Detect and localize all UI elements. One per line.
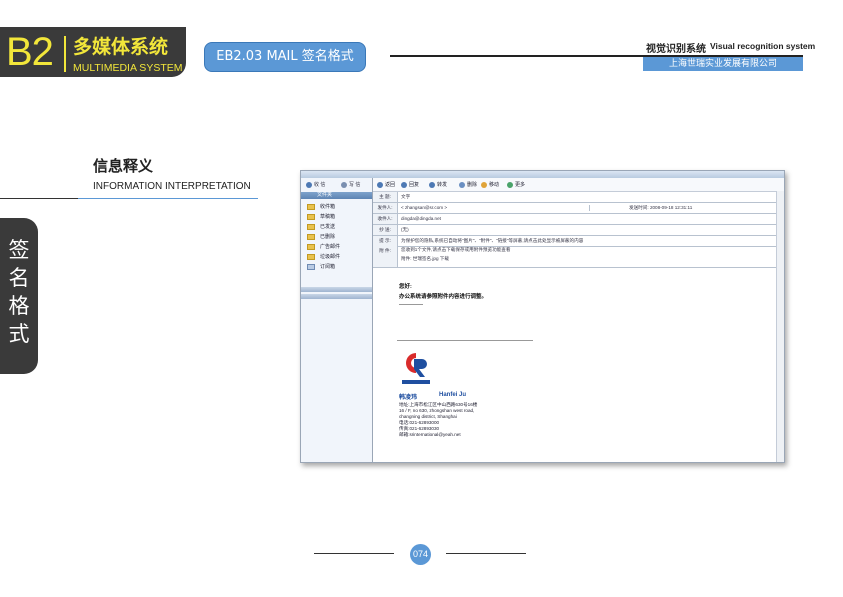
sidebar-item-deleted[interactable]: 已删除 [307, 233, 335, 242]
mail-main: 返回 回复 转发 删除 移动 更多 主 题: 文字 发件人: < zhangsa… [373, 178, 784, 462]
folder-icon [307, 243, 315, 250]
body-rule [399, 304, 423, 305]
cc-label: 抄 送: [373, 225, 398, 235]
compose-button[interactable]: 写 信 [341, 181, 360, 188]
mail-window: 收 信 写 信 文件夹 收件箱 草稿箱 已发送 已删除 广告邮件 垃圾邮件 订阅… [300, 170, 785, 463]
mail-toolbar: 返回 回复 转发 删除 移动 更多 [373, 178, 784, 192]
tip-value[interactable]: 为保护您的隐私,系统已自动将"图片"、"附件"、"链接"等屏蔽,请点击此处显示被… [401, 236, 583, 246]
brand-title-en: MULTIMEDIA SYSTEM [73, 62, 183, 74]
sidebar-item-inbox[interactable]: 收件箱 [307, 203, 335, 212]
cc-value: (无) [401, 227, 409, 232]
compose-icon [341, 181, 347, 188]
brand-title-cn: 多媒体系统 [73, 36, 169, 58]
page-title: EB2.03 MAIL 签名格式 [204, 42, 366, 72]
sidebar-item-ads[interactable]: 广告邮件 [307, 243, 340, 252]
folder-icon [307, 203, 315, 210]
folder-icon [307, 233, 315, 240]
brand-code: B2 [6, 30, 54, 74]
date-field: 发送时间: 2008-09-18 12:31:11 [629, 205, 693, 210]
sidebar-item-subscriptions[interactable]: 订阅箱 [307, 263, 335, 272]
sidebar-band [301, 287, 372, 292]
mail-sidebar: 收 信 写 信 文件夹 收件箱 草稿箱 已发送 已删除 广告邮件 垃圾邮件 订阅… [301, 178, 373, 462]
subject-label: 主 题: [373, 192, 398, 202]
sidebar-item-drafts[interactable]: 草稿箱 [307, 213, 335, 222]
folder-icon [307, 263, 315, 270]
side-tab-label: 签名格式 [8, 238, 30, 346]
to-label: 收件人: [373, 214, 398, 224]
forward-button[interactable]: 转发 [429, 181, 447, 188]
forward-icon [429, 181, 435, 188]
sidebar-item-spam[interactable]: 垃圾邮件 [307, 253, 340, 262]
cc-row: 抄 送: (无) [373, 225, 776, 236]
from-row: 发件人: < zhangsan@sr.com > 发送时间: 2008-09-1… [373, 203, 776, 214]
signature-line: changning district, Shanghai [399, 414, 457, 419]
system-title-cn: 视觉识别系统 [646, 44, 706, 55]
from-label: 发件人: [373, 203, 398, 213]
sidebar-toolbar: 收 信 写 信 [301, 178, 372, 191]
move-button[interactable]: 移动 [481, 181, 499, 188]
section-title-en: INFORMATION INTERPRETATION [93, 181, 251, 192]
section-title-cn: 信息释义 [93, 157, 154, 175]
mail-greeting: 您好: [399, 284, 412, 290]
mail-message: 办公系统请参照附件内容进行调整。 [399, 294, 488, 300]
move-icon [481, 181, 487, 188]
field-separator [589, 205, 590, 211]
system-title-en: Visual recognition system [710, 41, 816, 51]
attachment-row: 附 件: 您收到1个文件,请点击下载保存或用附件预览功能查看 附件: 世瑞签名.… [373, 246, 776, 268]
footer-rule-right [446, 553, 526, 554]
to-row: 收件人: dingda@dingda.net [373, 214, 776, 225]
folder-icon [307, 213, 315, 220]
company-banner: 上海世瑞实业发展有限公司 [643, 57, 803, 71]
signature-line[interactable]: 邮箱:srinternational@yeah.net [399, 432, 461, 438]
signature-name-en: Hanfei Ju [439, 392, 467, 398]
delete-icon [459, 181, 465, 188]
folder-icon [307, 253, 315, 260]
attachment-note: 您收到1个文件,请点击下载保存或用附件预览功能查看 [401, 247, 511, 252]
folder-header: 文件夹 [301, 192, 372, 199]
sidebar-item-sent[interactable]: 已发送 [307, 223, 335, 232]
reply-button[interactable]: 回复 [401, 181, 419, 188]
folder-icon [307, 223, 315, 230]
receive-icon [306, 181, 312, 188]
signature-name-cn: 韩凌玮 [399, 395, 418, 401]
delete-button[interactable]: 删除 [459, 181, 477, 188]
sidebar-band [301, 294, 372, 299]
subject-value: 文字 [401, 194, 411, 199]
company-logo [402, 353, 430, 384]
attachment-label: 附 件: [373, 246, 398, 267]
tip-label: 提 示: [373, 236, 398, 246]
to-value[interactable]: dingda@dingda.net [401, 214, 441, 224]
section-rule-dark [0, 198, 78, 199]
back-button[interactable]: 返回 [377, 181, 395, 188]
footer-rule-left [314, 553, 394, 554]
more-icon [507, 181, 513, 188]
subject-row: 主 题: 文字 [373, 192, 776, 203]
section-rule-blue [78, 198, 258, 199]
reply-icon [401, 181, 407, 188]
scrollbar[interactable] [776, 191, 784, 462]
back-icon [377, 181, 383, 188]
brand-divider [64, 36, 66, 72]
receive-button[interactable]: 收 信 [306, 181, 325, 188]
attachment-link[interactable]: 附件: 世瑞签名.jpg 下载 [401, 256, 449, 262]
window-topbar [301, 171, 784, 178]
signature-rule [397, 340, 533, 341]
signature-line: 16 / F, no 630, zhongshan west road, [399, 408, 475, 413]
from-value[interactable]: < zhangsan@sr.com > [401, 203, 447, 213]
page-number: 074 [410, 544, 431, 565]
more-button[interactable]: 更多 [507, 181, 525, 188]
